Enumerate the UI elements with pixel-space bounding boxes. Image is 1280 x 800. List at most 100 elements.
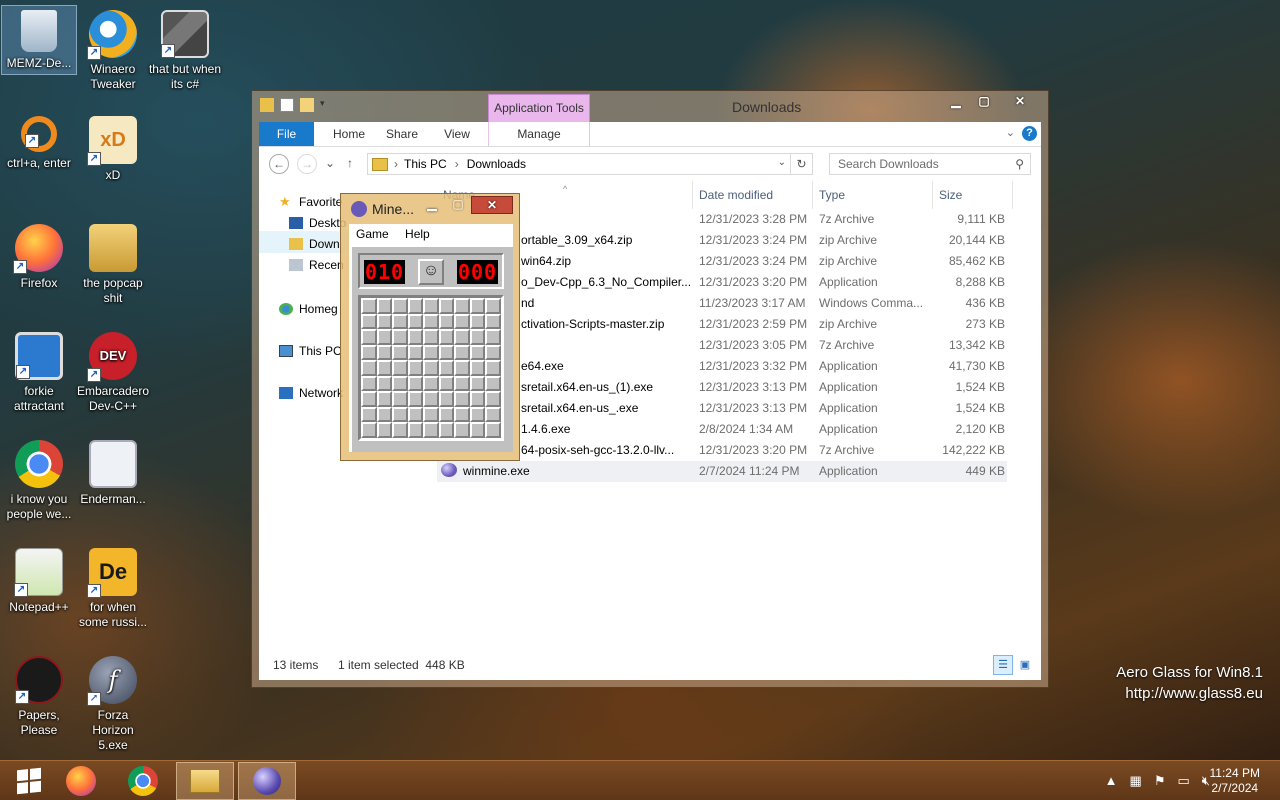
- folder-icon[interactable]: [260, 98, 274, 112]
- menu-help[interactable]: Help: [405, 227, 430, 241]
- mine-cell[interactable]: [485, 406, 501, 423]
- tab-manage[interactable]: Manage: [488, 122, 590, 146]
- new-folder-icon[interactable]: [300, 98, 314, 112]
- mine-cell[interactable]: [376, 329, 393, 345]
- mine-cell[interactable]: [423, 391, 439, 407]
- mine-cell[interactable]: [469, 422, 486, 438]
- mine-cell[interactable]: [469, 406, 486, 423]
- mine-cell[interactable]: [407, 406, 424, 423]
- table-row[interactable]: 12/31/2023 3:28 PM 7z Archive 9,111 KB: [437, 209, 1011, 230]
- mine-cell[interactable]: [438, 329, 455, 345]
- mine-cell[interactable]: [423, 298, 439, 314]
- nav-item-network[interactable]: Network: [279, 386, 343, 400]
- close-button[interactable]: ✕: [998, 93, 1042, 111]
- desktop-icon-papers[interactable]: ↗ Papers, Please: [2, 656, 76, 738]
- minesweeper-title[interactable]: Mine...: [351, 201, 414, 217]
- mine-cell[interactable]: [438, 422, 455, 438]
- desktop-icon-chrome[interactable]: i know you people we...: [2, 440, 76, 522]
- mine-cell[interactable]: [485, 422, 501, 438]
- forward-button[interactable]: →: [297, 154, 317, 174]
- mine-cell[interactable]: [361, 313, 377, 330]
- desktop-icon-ctrl-a[interactable]: ↗ ctrl+a, enter: [2, 116, 76, 171]
- chevron-down-icon[interactable]: ⌄: [778, 157, 786, 168]
- mine-cell[interactable]: [376, 375, 393, 392]
- desktop-icon-forkie[interactable]: ↗ forkie attractant: [2, 332, 76, 414]
- mine-cell[interactable]: [438, 375, 455, 392]
- mine-cell[interactable]: [361, 360, 377, 376]
- desktop-icon-enderman[interactable]: Enderman...: [76, 440, 150, 507]
- mine-cell[interactable]: [454, 360, 470, 376]
- nav-item-desktop[interactable]: Deskto: [289, 216, 346, 230]
- mine-cell[interactable]: [438, 344, 455, 361]
- mine-cell[interactable]: [469, 329, 486, 345]
- action-center-flag-icon[interactable]: ⚑: [1154, 773, 1166, 789]
- mine-cell[interactable]: [454, 391, 470, 407]
- desktop-icon-winaero[interactable]: ↗ Winaero Tweaker: [76, 10, 150, 92]
- details-view-icon[interactable]: ☰: [993, 655, 1013, 675]
- start-button[interactable]: [0, 762, 58, 800]
- mine-cell[interactable]: [454, 406, 470, 423]
- table-row[interactable]: ortable_3.09_x64.zip 12/31/2023 3:24 PM zi…: [437, 230, 1011, 251]
- back-button[interactable]: ←: [269, 154, 289, 174]
- mine-cell[interactable]: [361, 391, 377, 407]
- nav-item-downloads[interactable]: Down: [289, 237, 340, 251]
- mine-cell[interactable]: [407, 313, 424, 330]
- mine-cell[interactable]: [438, 406, 455, 423]
- table-row[interactable]: ctivation-Scripts-master.zip 12/31/2023 2…: [437, 314, 1011, 335]
- desktop-icon-notepadpp[interactable]: ↗ Notepad++: [2, 548, 76, 615]
- mine-cell[interactable]: [407, 298, 424, 314]
- nav-item-favorites[interactable]: ★ Favorite: [279, 195, 342, 209]
- mine-cell[interactable]: [361, 329, 377, 345]
- mine-cell[interactable]: [469, 375, 486, 392]
- mine-cell[interactable]: [485, 329, 501, 345]
- taskbar-firefox[interactable]: [52, 762, 110, 800]
- mine-cell[interactable]: [438, 391, 455, 407]
- taskbar-minesweeper[interactable]: [238, 762, 296, 800]
- column-header-type[interactable]: Type: [813, 181, 933, 209]
- mine-cell[interactable]: [376, 360, 393, 376]
- mine-cell[interactable]: [392, 344, 408, 361]
- table-row[interactable]: nd 11/23/2023 3:17 AM Windows Comma... 436 …: [437, 293, 1011, 314]
- mine-cell[interactable]: [485, 391, 501, 407]
- mine-cell[interactable]: [407, 360, 424, 376]
- mine-cell[interactable]: [361, 406, 377, 423]
- large-icons-view-icon[interactable]: ▣: [1015, 655, 1035, 675]
- mine-cell[interactable]: [438, 360, 455, 376]
- desktop-icon-xd[interactable]: xD ↗ xD: [76, 116, 150, 183]
- mine-cell[interactable]: [423, 329, 439, 345]
- mine-cell[interactable]: [392, 313, 408, 330]
- mine-cell[interactable]: [392, 329, 408, 345]
- mine-cell[interactable]: [407, 329, 424, 345]
- mine-cell[interactable]: [454, 313, 470, 330]
- mine-cell[interactable]: [376, 298, 393, 314]
- expand-ribbon-icon[interactable]: ⌄: [1006, 126, 1015, 139]
- mine-cell[interactable]: [438, 298, 455, 314]
- close-button[interactable]: ✕: [471, 196, 513, 214]
- breadcrumb-this-pc[interactable]: This PC: [404, 157, 447, 171]
- nav-item-this-pc[interactable]: This PC: [279, 344, 342, 358]
- column-header-size[interactable]: Size: [933, 181, 1013, 209]
- mine-cell[interactable]: [392, 422, 408, 438]
- mine-cell[interactable]: [423, 313, 439, 330]
- mine-cell[interactable]: [361, 298, 377, 314]
- mine-cell[interactable]: [392, 298, 408, 314]
- mine-cell[interactable]: [392, 406, 408, 423]
- display-tray-icon[interactable]: ▭: [1178, 773, 1190, 789]
- mine-cell[interactable]: [485, 313, 501, 330]
- table-row[interactable]: 1.4.6.exe 2/8/2024 1:34 AM Application 2,12…: [437, 419, 1011, 440]
- minimize-button[interactable]: ▁: [419, 196, 445, 214]
- mine-cell[interactable]: [454, 329, 470, 345]
- tab-share[interactable]: Share: [377, 122, 427, 146]
- mine-cell[interactable]: [469, 344, 486, 361]
- search-input[interactable]: Search Downloads ⚲: [829, 153, 1031, 175]
- mine-cell[interactable]: [392, 391, 408, 407]
- mine-cell[interactable]: [454, 344, 470, 361]
- refresh-button[interactable]: ↻: [791, 153, 813, 175]
- nav-item-recent[interactable]: Recen: [289, 258, 344, 272]
- desktop-icon-de[interactable]: De ↗ for when some russi...: [76, 548, 150, 630]
- column-header-date[interactable]: Date modified: [693, 181, 813, 209]
- mine-cell[interactable]: [485, 375, 501, 392]
- mine-cell[interactable]: [454, 298, 470, 314]
- table-row[interactable]: 12/31/2023 3:05 PM 7z Archive 13,342 KB: [437, 335, 1011, 356]
- help-icon[interactable]: ?: [1022, 126, 1037, 141]
